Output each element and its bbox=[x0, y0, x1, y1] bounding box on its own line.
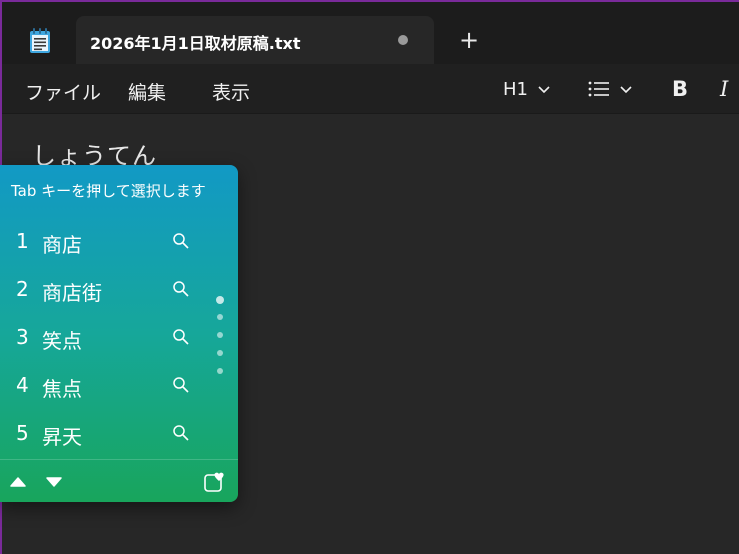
search-icon[interactable] bbox=[172, 232, 190, 250]
candidate-item[interactable]: 3 笑点 bbox=[0, 315, 210, 359]
italic-button[interactable]: I bbox=[720, 76, 728, 102]
heading-dropdown[interactable]: H1 bbox=[503, 76, 552, 102]
candidate-text: 昇天 bbox=[42, 425, 82, 449]
favorite-icon[interactable] bbox=[203, 471, 225, 493]
search-icon[interactable] bbox=[172, 280, 190, 298]
candidate-text: 笑点 bbox=[42, 329, 82, 353]
search-icon[interactable] bbox=[172, 328, 190, 346]
ime-candidate-window: Tab キーを押して選択します 1 商店 2 商店街 3 笑点 4 焦点 5 昇… bbox=[0, 165, 238, 502]
chevron-down-icon bbox=[620, 86, 632, 94]
candidate-text: 焦点 bbox=[42, 377, 82, 401]
candidate-number: 4 bbox=[16, 373, 29, 397]
candidate-number: 2 bbox=[16, 277, 29, 301]
bold-button[interactable]: B bbox=[672, 76, 688, 102]
bullet-list-icon bbox=[588, 81, 609, 97]
title-bar: 2026年1月1日取材原稿.txt + bbox=[2, 2, 739, 64]
candidate-item[interactable]: 1 商店 bbox=[0, 219, 210, 263]
menu-edit[interactable]: 編集 bbox=[128, 78, 166, 105]
tab-title: 2026年1月1日取材原稿.txt bbox=[90, 34, 301, 53]
menu-view[interactable]: 表示 bbox=[212, 78, 250, 105]
candidate-text: 商店 bbox=[42, 233, 82, 257]
list-dropdown[interactable] bbox=[588, 76, 634, 102]
ime-hint: Tab キーを押して選択します bbox=[11, 182, 206, 200]
candidate-number: 3 bbox=[16, 325, 29, 349]
tab-document[interactable]: 2026年1月1日取材原稿.txt bbox=[76, 16, 434, 64]
chevron-down-icon bbox=[538, 86, 550, 94]
heading-label: H1 bbox=[503, 78, 528, 100]
page-up-icon[interactable] bbox=[7, 471, 29, 493]
bold-label: B bbox=[672, 77, 689, 101]
page-down-icon[interactable] bbox=[43, 471, 65, 493]
menu-bar: ファイル 編集 表示 H1 B I bbox=[2, 64, 739, 114]
page-indicator[interactable] bbox=[214, 295, 226, 375]
candidate-number: 1 bbox=[16, 229, 29, 253]
ime-divider bbox=[0, 459, 238, 460]
candidate-text: 商店街 bbox=[42, 281, 102, 305]
candidate-item[interactable]: 4 焦点 bbox=[0, 363, 210, 407]
italic-label: I bbox=[720, 77, 729, 101]
notepad-icon[interactable] bbox=[29, 28, 51, 54]
plus-icon[interactable]: + bbox=[457, 28, 481, 52]
search-icon[interactable] bbox=[172, 424, 190, 442]
candidate-number: 5 bbox=[16, 421, 29, 445]
menu-file[interactable]: ファイル bbox=[25, 78, 101, 105]
search-icon[interactable] bbox=[172, 376, 190, 394]
candidate-item[interactable]: 2 商店街 bbox=[0, 267, 210, 311]
unsaved-dot-icon[interactable] bbox=[398, 35, 408, 45]
candidate-item[interactable]: 5 昇天 bbox=[0, 411, 210, 455]
